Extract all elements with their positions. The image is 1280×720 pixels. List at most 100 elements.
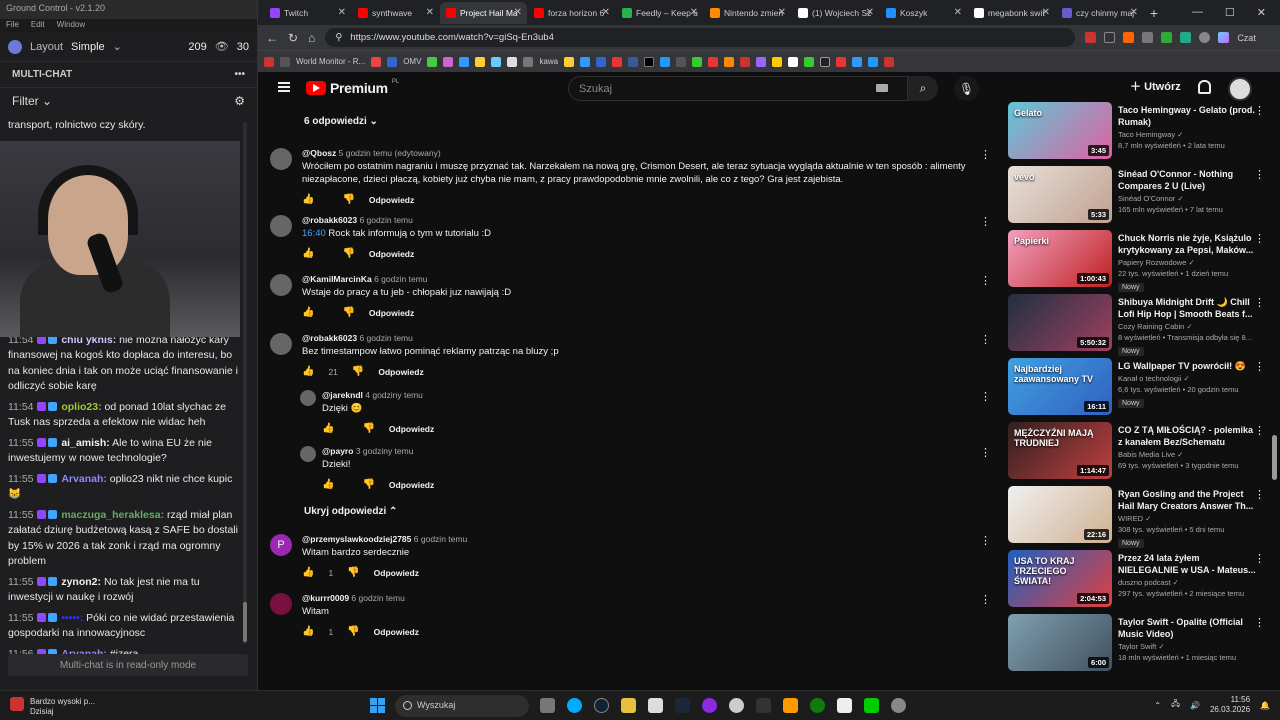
- more-options-icon[interactable]: ⋮: [1254, 424, 1265, 437]
- comment-time[interactable]: 6 godzin temu: [414, 534, 467, 544]
- chat-username[interactable]: zynon2:: [61, 576, 101, 588]
- like-icon[interactable]: 👍: [322, 423, 334, 434]
- profile-avatar[interactable]: [1199, 32, 1211, 43]
- comment-author[interactable]: @jarekndl: [322, 390, 363, 400]
- bookmark-icon[interactable]: [660, 56, 671, 67]
- close-tab-icon[interactable]: ✕: [602, 7, 610, 18]
- home-icon[interactable]: ⌂: [308, 31, 315, 45]
- filter-button[interactable]: Filter ⌄: [12, 94, 52, 108]
- bookmark-icon[interactable]: [612, 56, 623, 67]
- bookmark-icon[interactable]: [564, 56, 575, 67]
- app-icon[interactable]: [783, 698, 798, 713]
- voice-search-button[interactable]: 🎙: [954, 76, 979, 101]
- video-title[interactable]: Ryan Gosling and the Project Hail Mary C…: [1118, 488, 1258, 512]
- bookmark-icon[interactable]: [852, 56, 863, 67]
- video-thumbnail[interactable]: 22:16: [1008, 486, 1112, 543]
- chat-username[interactable]: oplio23:: [61, 401, 101, 413]
- notification-icon[interactable]: 🔔: [1260, 701, 1270, 710]
- comment-time[interactable]: 6 godzin temu: [359, 333, 412, 343]
- dislike-icon[interactable]: 👎: [352, 366, 364, 377]
- more-options-icon[interactable]: ⋮: [1254, 616, 1265, 629]
- comment-author[interactable]: @Qbosz: [302, 148, 336, 158]
- close-tab-icon[interactable]: ✕: [426, 7, 434, 18]
- chat-scrollbar[interactable]: [243, 122, 247, 644]
- comment-author[interactable]: @KamilMarcinKa: [302, 274, 372, 284]
- dislike-icon[interactable]: 👎: [347, 567, 359, 578]
- like-icon[interactable]: 👍: [302, 366, 314, 377]
- app-icon[interactable]: [864, 698, 879, 713]
- task-view-icon[interactable]: [540, 698, 555, 713]
- dislike-icon[interactable]: 👎: [362, 423, 374, 434]
- related-video[interactable]: Najbardziej zaawansowany TV 16:11 LG Wall…: [1008, 358, 1270, 420]
- app-icon[interactable]: [756, 698, 771, 713]
- dislike-icon[interactable]: 👎: [362, 479, 374, 490]
- youtube-logo[interactable]: Premium PL: [306, 79, 399, 96]
- copilot-icon[interactable]: [1218, 32, 1230, 43]
- reply-button[interactable]: Odpowiedz: [369, 308, 414, 318]
- reply-button[interactable]: Odpowiedz: [389, 480, 434, 490]
- app-icon[interactable]: [837, 698, 852, 713]
- menu-icon[interactable]: [278, 82, 290, 92]
- video-thumbnail[interactable]: Gelato 3:45: [1008, 102, 1112, 159]
- tab-3[interactable]: forza horizon 6 ✕: [528, 2, 615, 24]
- avatar[interactable]: [270, 148, 292, 170]
- more-options-icon[interactable]: ⋮: [980, 215, 991, 228]
- channel-name[interactable]: duszno podcast ✓: [1118, 578, 1258, 587]
- bookmark-icon[interactable]: [371, 56, 382, 67]
- layout-select[interactable]: Simple: [71, 41, 105, 53]
- bookmark-icon[interactable]: [756, 56, 767, 67]
- comment-author[interactable]: @payro: [322, 446, 353, 456]
- comment-time[interactable]: 4 godziny temu: [365, 390, 423, 400]
- related-video[interactable]: 5:50:32 Shibuya Midnight Drift 🌙 Chill L…: [1008, 294, 1270, 356]
- extension-icon[interactable]: [1161, 32, 1173, 43]
- close-tab-icon[interactable]: ✕: [690, 7, 698, 18]
- tab-8[interactable]: megabonk swit ✕: [968, 2, 1055, 24]
- menu-edit[interactable]: Edit: [31, 20, 45, 31]
- like-icon[interactable]: 👍: [302, 626, 314, 637]
- comment-time[interactable]: 5 godzin temu (edytowany): [339, 148, 441, 158]
- more-icon[interactable]: •••: [234, 69, 245, 80]
- tab-5[interactable]: Nintendo zmien ✕: [704, 2, 791, 24]
- chat-username[interactable]: maczuga_heraklesa:: [61, 509, 164, 521]
- channel-name[interactable]: Cozy Raining Cabin ✓: [1118, 322, 1258, 331]
- close-tab-icon[interactable]: ✕: [514, 7, 522, 18]
- bookmark-icon[interactable]: [491, 56, 502, 67]
- bookmark-icon[interactable]: [788, 56, 799, 67]
- more-options-icon[interactable]: ⋮: [1254, 488, 1265, 501]
- bookmark-icon[interactable]: [740, 56, 751, 67]
- maximize-button[interactable]: ☐: [1225, 6, 1235, 19]
- bookmark-icon[interactable]: [475, 56, 486, 67]
- dislike-icon[interactable]: 👎: [342, 307, 354, 318]
- comment-author[interactable]: @robakk6023: [302, 215, 357, 225]
- comment-time[interactable]: 6 godzin temu: [374, 274, 427, 284]
- close-tab-icon[interactable]: ✕: [1042, 7, 1050, 18]
- avatar[interactable]: [300, 446, 316, 462]
- video-thumbnail[interactable]: Najbardziej zaawansowany TV 16:11: [1008, 358, 1112, 415]
- avatar[interactable]: [270, 593, 292, 615]
- edge-icon[interactable]: [567, 698, 582, 713]
- chat-username[interactable]: •••••:: [61, 612, 83, 624]
- bookmark-icon[interactable]: [628, 56, 639, 67]
- create-button[interactable]: ＋ Utwórz: [1130, 78, 1181, 94]
- close-tab-icon[interactable]: ✕: [338, 7, 346, 18]
- tab-4[interactable]: Feedly – Keep u ✕: [616, 2, 703, 24]
- url-bar[interactable]: ⚲ https://www.youtube.com/watch?v=giSq-E…: [325, 28, 1076, 47]
- tab-9[interactable]: czy chinmy maj ✕: [1056, 2, 1143, 24]
- related-video[interactable]: 6:00 Taylor Swift - Opalite (Official Mu…: [1008, 614, 1270, 676]
- bookmark-kawa[interactable]: kawa: [539, 57, 558, 66]
- bookmark-world-monitor[interactable]: World Monitor - R...: [296, 57, 365, 66]
- close-tab-icon[interactable]: ✕: [1130, 7, 1138, 18]
- hide-replies-button[interactable]: Ukryj odpowiedzi ⌃: [304, 506, 397, 517]
- tab-0[interactable]: Twitch ✕: [264, 2, 351, 24]
- gear-icon[interactable]: ⚙: [234, 94, 245, 108]
- bookmark-icon[interactable]: [459, 56, 470, 67]
- video-thumbnail[interactable]: Papierki 1:00:43: [1008, 230, 1112, 287]
- channel-name[interactable]: Kanał o technologii ✓: [1118, 374, 1258, 383]
- extension-icon[interactable]: [1085, 32, 1097, 43]
- video-thumbnail[interactable]: 5:50:32: [1008, 294, 1112, 351]
- bell-icon[interactable]: [1198, 80, 1211, 94]
- channel-name[interactable]: Babis Media Live ✓: [1118, 450, 1258, 459]
- close-tab-icon[interactable]: ✕: [954, 7, 962, 18]
- video-title[interactable]: Chuck Norris nie żyje, Książulo krytykow…: [1118, 232, 1258, 256]
- avatar[interactable]: [300, 390, 316, 406]
